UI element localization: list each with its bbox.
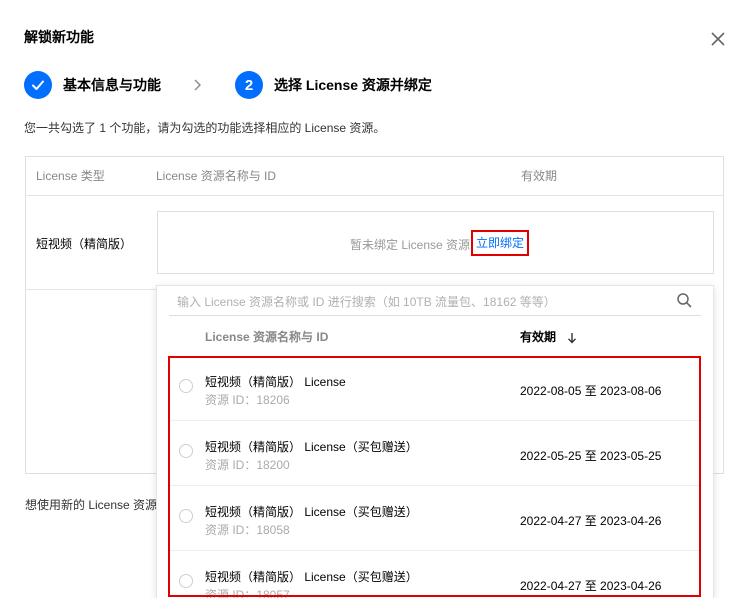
chevron-right-icon [194,79,201,91]
row-divider [26,289,156,290]
close-icon [711,32,725,46]
col-header-name-id: License 资源名称与 ID [156,169,277,183]
step-2-label: 选择 License 资源并绑定 [274,77,432,93]
license-type-cell: 短视频（精简版） [36,237,133,251]
search-icon[interactable] [676,292,692,308]
step-1-done [24,71,52,99]
license-select-trigger[interactable]: 暂未绑定 License 资源 立即绑定 [157,211,714,274]
footer-note: 想使用新的 License 资源 [25,498,158,512]
selection-description: 您一共勾选了 1 个功能，请为勾选的功能选择相应的 License 资源。 [24,121,386,135]
unlock-feature-dialog: 解锁新功能 基本信息与功能 2 选择 License 资源并绑定 您一共勾选了 … [0,0,750,598]
step-1-label: 基本信息与功能 [63,77,161,93]
unbound-text: 暂未绑定 License 资源 [350,238,471,252]
dialog-title: 解锁新功能 [24,29,94,45]
license-dropdown: License 资源名称与 ID 有效期 短视频（精简版） License 资源… [156,285,714,598]
col-header-period: 有效期 [521,169,558,183]
license-search-input[interactable] [169,288,701,316]
dropdown-col-period-label: 有效期 [520,330,557,344]
license-list-highlight [168,356,701,597]
close-button[interactable] [709,30,727,48]
dropdown-col-name: License 资源名称与 ID [205,330,329,344]
col-header-type: License 类型 [36,169,105,183]
dropdown-col-period[interactable]: 有效期 [520,328,577,345]
stepper: 基本信息与功能 2 选择 License 资源并绑定 [24,71,432,99]
step-separator [191,78,205,92]
header-divider [26,195,723,196]
bind-now-link[interactable]: 立即绑定 [471,230,530,256]
step-2-number: 2 [235,71,263,99]
arrow-down-icon[interactable] [567,332,577,344]
check-icon [32,80,44,90]
